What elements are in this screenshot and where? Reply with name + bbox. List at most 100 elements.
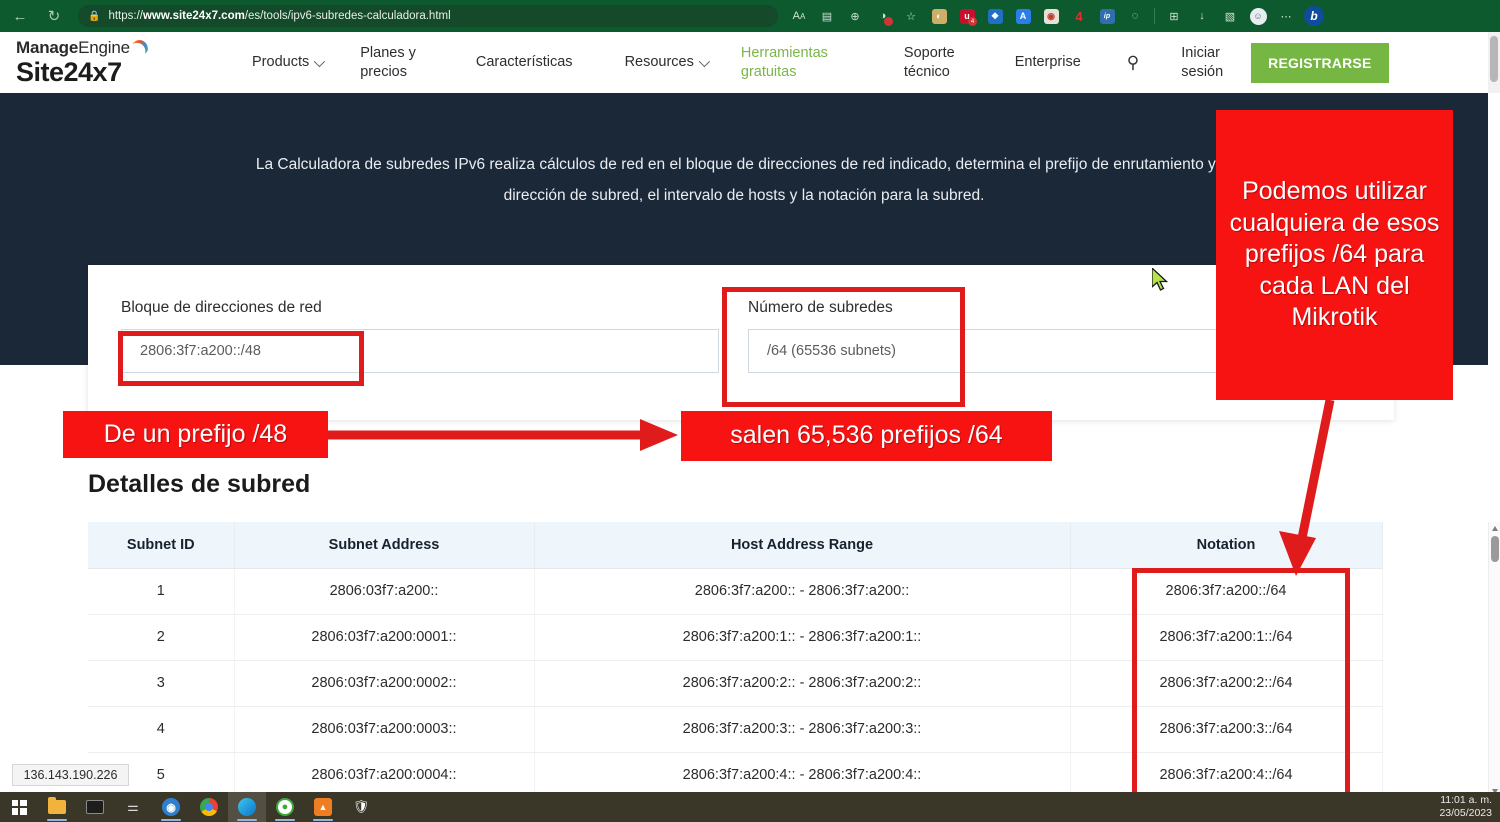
search-icon[interactable]: ⚲ xyxy=(1127,53,1139,73)
address-bar-url: https://www.site24x7.com/es/tools/ipv6-s… xyxy=(108,10,450,22)
cell-subnet-id: 2 xyxy=(88,614,234,660)
system-tray-clock[interactable]: 11:01 a. m. 23/05/2023 xyxy=(1439,792,1500,822)
shopping-badge: 4 xyxy=(968,17,977,26)
status-bar-hover-url: 136.143.190.226 xyxy=(12,764,129,786)
shopping-icon[interactable]: u4 xyxy=(954,3,980,29)
network-block-label: Bloque de direcciones de red xyxy=(121,299,719,317)
terminal-icon xyxy=(86,800,104,814)
translate-icon[interactable]: A xyxy=(1010,3,1036,29)
back-arrow-icon[interactable]: ← xyxy=(6,2,34,30)
winbox-button[interactable]: ⚌ xyxy=(114,792,152,822)
manageengine-swoosh-icon xyxy=(131,40,148,55)
task-underline xyxy=(47,819,67,821)
nav-item-soporte-tecnico[interactable]: Soporte técnico xyxy=(904,44,955,80)
cell-subnet-address: 2806:03f7:a200:0002:: xyxy=(234,660,534,706)
app-shield-button[interactable]: 🛡 xyxy=(342,792,380,822)
task-underline xyxy=(237,819,257,821)
column-header-subnet-id: Subnet ID xyxy=(88,522,234,568)
table-scrollbar[interactable] xyxy=(1488,522,1500,798)
glasses-extension-icon[interactable]: ◉ xyxy=(1038,3,1064,29)
nav-label: Planes y precios xyxy=(360,44,416,80)
terminal-button[interactable] xyxy=(76,792,114,822)
split-screen-icon[interactable]: ◐ xyxy=(926,3,952,29)
manageengine-wordmark: ManageEngine xyxy=(16,38,216,58)
nav-label: Products xyxy=(252,53,309,71)
favorites-icon[interactable]: ☆ xyxy=(898,3,924,29)
adblock-icon[interactable]: 4 xyxy=(1066,3,1092,29)
notification-badge xyxy=(884,17,893,26)
nav-item-products[interactable]: Products xyxy=(252,53,322,71)
collections-icon[interactable]: ⊞ xyxy=(1161,3,1187,29)
winbox-icon: ⚌ xyxy=(125,799,141,815)
login-link[interactable]: Iniciar sesión xyxy=(1181,44,1223,80)
cell-subnet-id: 1 xyxy=(88,568,234,614)
nav-item-enterprise[interactable]: Enterprise xyxy=(1015,53,1081,71)
browser-essentials-icon[interactable]: ◑ xyxy=(870,3,896,29)
edge-button[interactable] xyxy=(228,792,266,822)
mouse-cursor-icon xyxy=(1152,268,1170,294)
chevron-down-icon xyxy=(314,55,325,66)
blue-globe-icon: ◉ xyxy=(162,798,180,816)
workspace-icon[interactable]: ▧ xyxy=(1217,3,1243,29)
task-underline xyxy=(313,819,333,821)
browser-blue-button[interactable]: ◉ xyxy=(152,792,190,822)
site-logo[interactable]: ManageEngine Site24x7 xyxy=(16,38,216,86)
browser-extension-icons: AA ▤ ⊕ ◑ ☆ ◐ u4 ❖ A ◉ 4 ip ◌ ⊞ ↓ ▧ ☺ ⋯ b xyxy=(786,3,1327,29)
nav-label: Resources xyxy=(625,53,694,71)
cell-host-range: 2806:3f7:a200:1:: - 2806:3f7:a200:1:: xyxy=(534,614,1070,660)
cell-host-range: 2806:3f7:a200:3:: - 2806:3f7:a200:3:: xyxy=(534,706,1070,752)
cell-subnet-address: 2806:03f7:a200:0003:: xyxy=(234,706,534,752)
cell-host-range: 2806:3f7:a200:2:: - 2806:3f7:a200:2:: xyxy=(534,660,1070,706)
nav-label: Características xyxy=(476,53,573,71)
extension-blue-icon[interactable]: ❖ xyxy=(982,3,1008,29)
downloads-icon[interactable]: ↓ xyxy=(1189,3,1215,29)
column-header-notation: Notation xyxy=(1070,522,1382,568)
task-underline xyxy=(161,819,181,821)
nav-label: Enterprise xyxy=(1015,53,1081,71)
table-scrollbar-thumb[interactable] xyxy=(1491,536,1499,562)
zoom-icon[interactable]: ⊕ xyxy=(842,3,868,29)
annotation-prefijo-48: De un prefijo /48 xyxy=(63,411,328,458)
profile-avatar-icon[interactable]: ☺ xyxy=(1245,3,1271,29)
address-bar[interactable]: 🔒 https://www.site24x7.com/es/tools/ipv6… xyxy=(78,5,778,27)
orange-network-icon: ▲ xyxy=(314,798,332,816)
lock-icon: 🔒 xyxy=(88,11,100,22)
immersive-reader-icon[interactable]: ▤ xyxy=(814,3,840,29)
arrow-prefijo-to-salen xyxy=(328,419,678,451)
shield-icon: 🛡 xyxy=(353,799,369,815)
nav-label: Soporte técnico xyxy=(904,44,955,80)
browser-toolbar: ← ↻ 🔒 https://www.site24x7.com/es/tools/… xyxy=(0,0,1500,32)
nav-item-herramientas-gratuitas[interactable]: Herramientas gratuitas xyxy=(741,44,828,80)
folder-icon xyxy=(48,800,66,814)
main-nav: Products Planes y precios Característica… xyxy=(216,43,1488,83)
annotation-salen-64: salen 65,536 prefijos /64 xyxy=(681,411,1052,461)
page-scrollbar-thumb[interactable] xyxy=(1490,36,1498,82)
page-scrollbar[interactable] xyxy=(1488,32,1500,93)
nav-item-resources[interactable]: Resources xyxy=(625,53,707,71)
column-header-host-range: Host Address Range xyxy=(534,522,1070,568)
nav-item-caracteristicas[interactable]: Características xyxy=(476,53,573,71)
app-orange-button[interactable]: ▲ xyxy=(304,792,342,822)
chrome-button[interactable] xyxy=(190,792,228,822)
start-button[interactable] xyxy=(0,792,38,822)
app-green-button[interactable]: ● xyxy=(266,792,304,822)
windows-logo-icon xyxy=(12,800,27,815)
scroll-up-arrow-icon[interactable] xyxy=(1492,526,1498,531)
clock-date: 23/05/2023 xyxy=(1439,807,1492,820)
edge-icon xyxy=(238,798,256,816)
cell-subnet-id: 3 xyxy=(88,660,234,706)
cell-host-range: 2806:3f7:a200:: - 2806:3f7:a200:: xyxy=(534,568,1070,614)
ip-extension-icon[interactable]: ip xyxy=(1094,3,1120,29)
signup-button[interactable]: REGISTRARSE xyxy=(1251,43,1388,83)
nav-item-planes-precios[interactable]: Planes y precios xyxy=(360,44,416,80)
green-circle-icon: ● xyxy=(276,798,294,816)
read-aloud-icon[interactable]: AA xyxy=(786,3,812,29)
page-title: Detalles de subred xyxy=(88,470,310,499)
bing-chat-icon[interactable]: b xyxy=(1301,3,1327,29)
file-explorer-button[interactable] xyxy=(38,792,76,822)
settings-more-icon[interactable]: ⋯ xyxy=(1273,3,1299,29)
ghostery-icon[interactable]: ◌ xyxy=(1122,3,1148,29)
toolbar-divider xyxy=(1154,8,1155,24)
reload-icon[interactable]: ↻ xyxy=(40,2,68,30)
cell-subnet-id: 4 xyxy=(88,706,234,752)
